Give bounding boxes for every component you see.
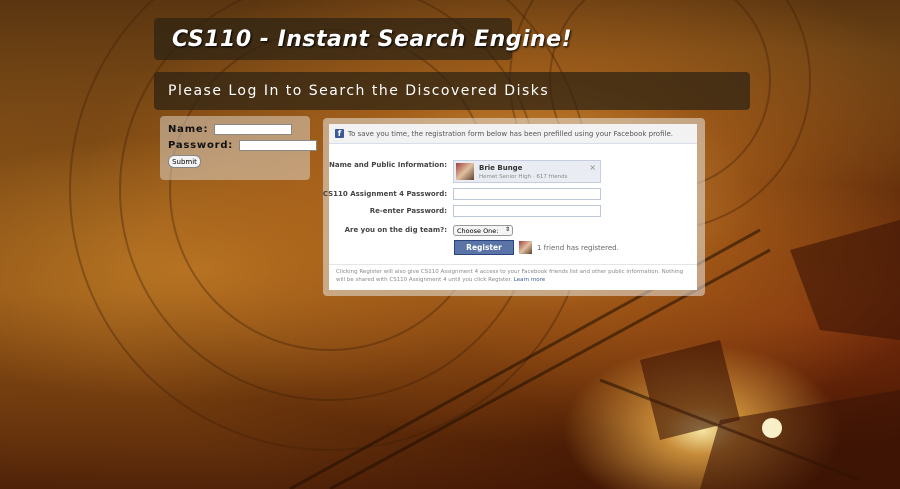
cs110-password-input[interactable]	[453, 188, 601, 200]
learn-more-link[interactable]: Learn more	[514, 277, 545, 283]
page-subtitle: Please Log In to Search the Discovered D…	[168, 83, 550, 99]
facebook-header-text: To save you time, the registration form …	[348, 129, 673, 138]
friend-avatar	[519, 241, 532, 254]
login-password-row: Password:	[168, 138, 318, 153]
dig-team-selected: Choose One:	[457, 226, 499, 235]
name-input[interactable]	[214, 124, 293, 135]
facebook-registration-panel: f To save you time, the registration for…	[323, 118, 705, 296]
close-icon[interactable]: ×	[589, 163, 596, 172]
profile-name: Brie Bunge	[479, 164, 523, 172]
reenter-password-input[interactable]	[453, 205, 601, 217]
password-label: Password:	[168, 140, 234, 151]
fine-print-text: Clicking Register will also give CS110 A…	[336, 269, 684, 283]
reenter-password-label: Re-enter Password:	[369, 207, 447, 215]
page-title: CS110 - Instant Search Engine!	[172, 26, 573, 52]
cs110-password-label: CS110 Assignment 4 Password:	[322, 190, 447, 198]
facebook-form: Name and Public Information: Brie Bunge …	[323, 144, 697, 290]
profile-card: Brie Bunge Hemet Senior High · 617 frien…	[453, 160, 601, 183]
select-arrows-icon: ⇕	[504, 226, 510, 233]
register-button[interactable]: Register	[454, 240, 514, 255]
name-info-label: Name and Public Information:	[329, 161, 447, 169]
title-banner: CS110 - Instant Search Engine!	[154, 18, 572, 60]
dig-team-select[interactable]: Choose One: ⇕	[453, 225, 513, 236]
dig-team-label: Are you on the dig team?:	[344, 226, 447, 234]
profile-detail: Hemet Senior High · 617 friends	[479, 174, 568, 180]
facebook-header: f To save you time, the registration for…	[329, 124, 697, 144]
login-panel: Name: Password: Submit	[160, 116, 318, 180]
password-input[interactable]	[239, 140, 318, 151]
divider	[329, 264, 697, 265]
friends-registered-text: 1 friend has registered.	[537, 244, 619, 252]
submit-button[interactable]: Submit	[168, 155, 201, 168]
login-name-row: Name:	[168, 122, 302, 137]
subtitle-banner: Please Log In to Search the Discovered D…	[154, 72, 750, 110]
fine-print: Clicking Register will also give CS110 A…	[336, 268, 692, 284]
facebook-logo-icon: f	[335, 129, 344, 138]
name-label: Name:	[168, 124, 209, 135]
avatar	[456, 163, 474, 180]
